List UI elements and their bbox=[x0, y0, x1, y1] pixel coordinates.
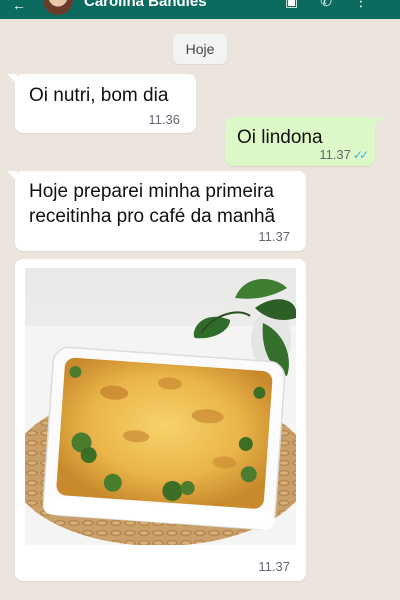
bubble-tail bbox=[7, 74, 17, 84]
phone-icon[interactable]: ✆ bbox=[320, 0, 354, 9]
broccoli-cheese-casserole-photo[interactable] bbox=[25, 268, 296, 545]
more-vert-icon[interactable]: ⋮ bbox=[354, 0, 390, 9]
bubble-tail bbox=[7, 171, 17, 181]
message-time: 11.37 bbox=[258, 559, 290, 574]
read-ticks-icon: ✓✓ bbox=[352, 148, 369, 162]
message-text: Hoje preparei minha primeira receitinha … bbox=[29, 181, 276, 227]
image-message-bubble[interactable]: 11.37 bbox=[15, 259, 306, 581]
avatar[interactable] bbox=[42, 0, 74, 16]
message-time: 11.37 bbox=[319, 147, 351, 162]
message-text: Oi nutri, bom dia bbox=[29, 85, 169, 106]
message-meta: 11.37 ✓✓ bbox=[319, 147, 369, 162]
message-time: 11.36 bbox=[148, 112, 180, 127]
chat-area[interactable]: Hoje Oi nutri, bom dia 11.36 Oi lindona … bbox=[0, 19, 400, 600]
contact-name[interactable]: Carolina Bandles bbox=[84, 0, 207, 10]
message-bubble-out[interactable]: Oi lindona 11.37 ✓✓ bbox=[225, 117, 383, 166]
date-chip: Hoje bbox=[173, 34, 227, 64]
message-text: Oi lindona bbox=[237, 127, 323, 148]
chat-header: ← Carolina Bandles ▣✆⋮ bbox=[0, 0, 400, 19]
bubble-tail bbox=[373, 117, 383, 127]
message-bubble-in[interactable]: Hoje preparei minha primeira receitinha … bbox=[7, 171, 306, 251]
message-time: 11.37 bbox=[258, 229, 290, 244]
arrow-left-icon[interactable]: ← bbox=[12, 0, 26, 13]
header-actions: ▣✆⋮ bbox=[285, 0, 390, 10]
message-bubble-in[interactable]: Oi nutri, bom dia 11.36 bbox=[7, 74, 196, 133]
photo-illustration bbox=[25, 268, 296, 545]
video-call-icon[interactable]: ▣ bbox=[285, 0, 320, 9]
